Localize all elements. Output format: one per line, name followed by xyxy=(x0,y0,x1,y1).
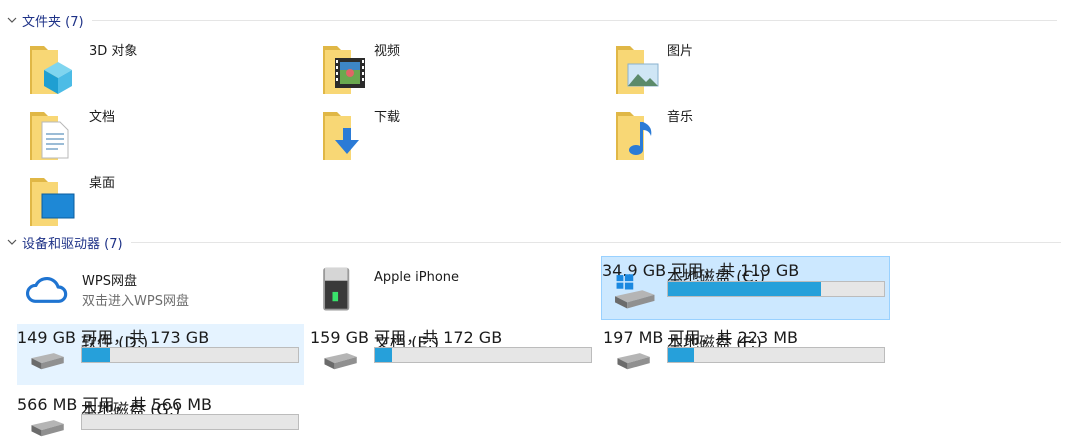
group-divider xyxy=(91,19,1057,21)
drive-c[interactable]: 本地磁盘 (C:) 34.9 GB 可用，共 119 GB xyxy=(601,256,890,320)
portable-device-icon xyxy=(323,267,350,311)
windows-drive-icon xyxy=(615,274,655,309)
wps-label: WPS网盘 xyxy=(82,274,137,289)
folder-label: 视频 xyxy=(374,44,401,59)
drive-usage-bar xyxy=(81,347,299,363)
folder-item-desktop[interactable]: 桌面 xyxy=(24,172,264,230)
videos-folder-icon xyxy=(323,46,365,94)
wps-sub-label: 双击进入WPS网盘 xyxy=(82,294,189,309)
wps-cloud-drive[interactable]: WPS网盘 双击进入WPS网盘 xyxy=(18,266,298,320)
drive-d[interactable]: 软件 (D:) 149 GB 可用，共 173 GB xyxy=(17,324,304,385)
chevron-down-icon[interactable] xyxy=(6,236,18,248)
folder-label: 桌面 xyxy=(89,176,116,191)
folder-item-downloads[interactable]: 下载 xyxy=(317,106,557,164)
documents-folder-icon xyxy=(30,112,69,160)
drive-usage-bar xyxy=(667,281,885,297)
downloads-folder-icon xyxy=(323,112,359,160)
folder-item-pictures[interactable]: 图片 xyxy=(610,40,850,98)
folder-label: 3D 对象 xyxy=(89,44,138,59)
drive-g[interactable]: 本地磁盘 (G:) 566 MB 可用，共 566 MB xyxy=(17,391,304,446)
folder-label: 文档 xyxy=(89,110,116,125)
folder-label: 音乐 xyxy=(667,110,694,125)
devices-group-header[interactable]: 设备和驱动器 (7) xyxy=(6,232,1074,252)
folder-item-music[interactable]: 音乐 xyxy=(610,106,850,164)
folder-item-videos[interactable]: 视频 xyxy=(317,40,557,98)
apple-iphone-device[interactable]: Apple iPhone xyxy=(311,264,591,318)
drive-usage-fill xyxy=(668,282,822,296)
drive-usage-fill xyxy=(82,348,111,362)
folder-item-documents[interactable]: 文档 xyxy=(24,106,264,164)
drive-e[interactable]: 文档 (E:) 159 GB 可用，共 172 GB xyxy=(310,324,597,385)
folder-label: 下载 xyxy=(374,110,401,125)
drive-usage-bar xyxy=(81,414,299,430)
folder-label: 图片 xyxy=(667,44,694,59)
cloud-icon xyxy=(26,276,68,303)
hard-drive-icon xyxy=(617,353,650,370)
group-divider xyxy=(130,241,1061,243)
hard-drive-icon xyxy=(324,353,357,370)
devices-group-title: 设备和驱动器 (7) xyxy=(22,236,123,252)
music-folder-icon xyxy=(616,112,652,160)
drive-f[interactable]: 本地磁盘 (F:) 197 MB 可用，共 223 MB xyxy=(603,324,890,385)
drive-usage-bar xyxy=(667,347,885,363)
iphone-label: Apple iPhone xyxy=(374,270,460,285)
hard-drive-icon xyxy=(31,420,64,437)
folders-group-title: 文件夹 (7) xyxy=(22,14,84,30)
pictures-folder-icon xyxy=(616,46,659,94)
drive-usage-fill xyxy=(668,348,694,362)
chevron-down-icon[interactable] xyxy=(6,14,18,26)
drive-usage-bar xyxy=(374,347,592,363)
hard-drive-icon xyxy=(31,353,64,370)
3d-objects-folder-icon xyxy=(30,46,72,94)
drive-usage-fill xyxy=(375,348,393,362)
folder-item-3d-objects[interactable]: 3D 对象 xyxy=(24,40,264,98)
folders-group-header[interactable]: 文件夹 (7) xyxy=(6,10,1074,30)
desktop-folder-icon xyxy=(30,178,75,226)
